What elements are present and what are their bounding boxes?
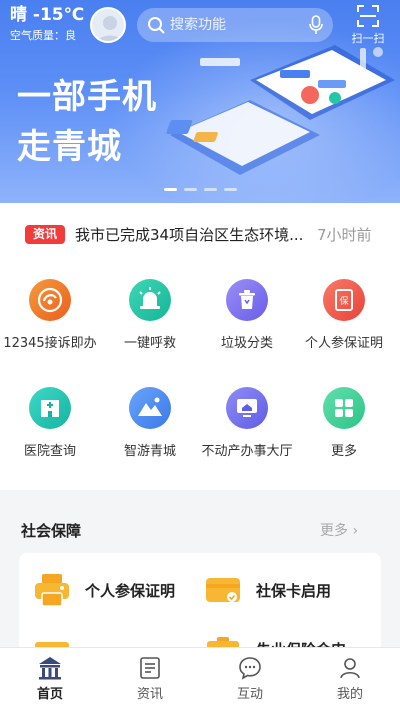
weather-widget[interactable]: 晴 -15℃ 空气质量：良 [10,5,84,44]
carousel-dot[interactable] [204,188,217,191]
weather-temp: 晴 -15℃ [10,5,85,25]
user-icon [340,658,360,679]
avatar[interactable] [90,7,126,43]
service-label: 12345接诉即办 [3,336,97,351]
tab-profile[interactable]: 我的 [315,656,385,703]
service-real-estate[interactable]: 不动产办事大厅 [197,387,297,460]
service-complaint[interactable]: 12345接诉即办 [0,279,100,352]
card-item-insurance-cert[interactable]: 个人参保证明 [34,573,175,607]
phones-illustration [166,45,395,175]
trash-icon [226,279,268,321]
tab-label: 首页 [36,687,63,702]
microphone-icon[interactable] [309,15,323,35]
tab-home[interactable]: 首页 [15,656,85,703]
news-tag: 资讯 [25,225,65,244]
grid-more-icon [323,387,365,429]
banner-line-1: 一部手机 [17,77,157,117]
service-label: 智游青城 [123,444,176,459]
service-tourism[interactable]: 智游青城 [100,387,200,460]
service-more[interactable]: 更多 [294,387,394,460]
news-time: 7小时前 [317,226,372,244]
tab-news[interactable]: 资讯 [115,656,185,703]
service-label: 不动产办事大厅 [201,444,293,459]
service-label: 垃圾分类 [220,336,273,351]
complaint-icon [29,279,71,321]
banner-line-2: 走青城 [17,127,122,167]
service-garbage[interactable]: 垃圾分类 [197,279,297,352]
main-content: 资讯 我市已完成34项自治区生态环境... 7小时前 12345接诉即办 一键呼… [0,203,400,490]
service-insurance-cert[interactable]: 保 个人参保证明 [294,279,394,352]
section-more-link[interactable]: 更多 › [320,520,358,540]
chevron-right-icon: › [352,523,359,539]
service-label: 医院查询 [23,444,76,459]
tab-interact[interactable]: 互动 [215,656,285,703]
carousel-dots [164,188,237,191]
tab-label: 互动 [236,687,263,702]
bottom-nav: 首页 资讯 互动 我的 [0,647,400,710]
news-ticker[interactable]: 资讯 我市已完成34项自治区生态环境... 7小时前 [25,225,385,245]
tab-label: 我的 [336,687,363,702]
service-label: 更多 [330,444,357,459]
card-icon [206,578,240,602]
hospital-icon [29,387,71,429]
svg-text:保: 保 [339,295,348,307]
service-label: 一键呼救 [123,336,176,351]
news-icon [140,657,160,679]
search-input[interactable]: 搜索功能 [170,16,226,34]
home-icon [39,657,61,680]
monitor-house-icon [226,387,268,429]
card-item-label: 个人参保证明 [85,581,176,600]
service-label: 个人参保证明 [304,336,383,351]
user-avatar-icon [97,16,123,41]
carousel-dot[interactable] [184,188,197,191]
chat-icon [239,657,261,680]
siren-icon [129,279,171,321]
section-title: 社会保障 [21,522,82,540]
printer-icon [35,574,69,607]
air-quality: 空气质量：良 [10,29,76,42]
tab-label: 资讯 [136,687,163,702]
service-emergency[interactable]: 一键呼救 [100,279,200,352]
card-item-label: 社保卡启用 [256,581,332,600]
scan-label: 扫一扫 [351,32,385,45]
service-hospital[interactable]: 医院查询 [0,387,100,460]
banner-slogan: 一部手机 走青城 [17,72,157,172]
mountain-icon [129,387,171,429]
carousel-dot[interactable] [224,188,237,191]
card-item-card-activate[interactable]: 社保卡启用 [205,575,331,605]
search-icon [148,17,165,34]
carousel-dot[interactable] [164,188,177,191]
search-bar[interactable]: 搜索功能 [137,8,333,42]
insurance-doc-icon: 保 [323,279,365,321]
banner[interactable]: 晴 -15℃ 空气质量：良 搜索功能 扫一扫 一部手机 走青城 [0,0,400,203]
scan-icon [357,5,379,27]
more-label: 更多 [320,523,348,539]
scan-button[interactable]: 扫一扫 [348,5,388,46]
news-headline[interactable]: 我市已完成34项自治区生态环境... [75,225,303,245]
